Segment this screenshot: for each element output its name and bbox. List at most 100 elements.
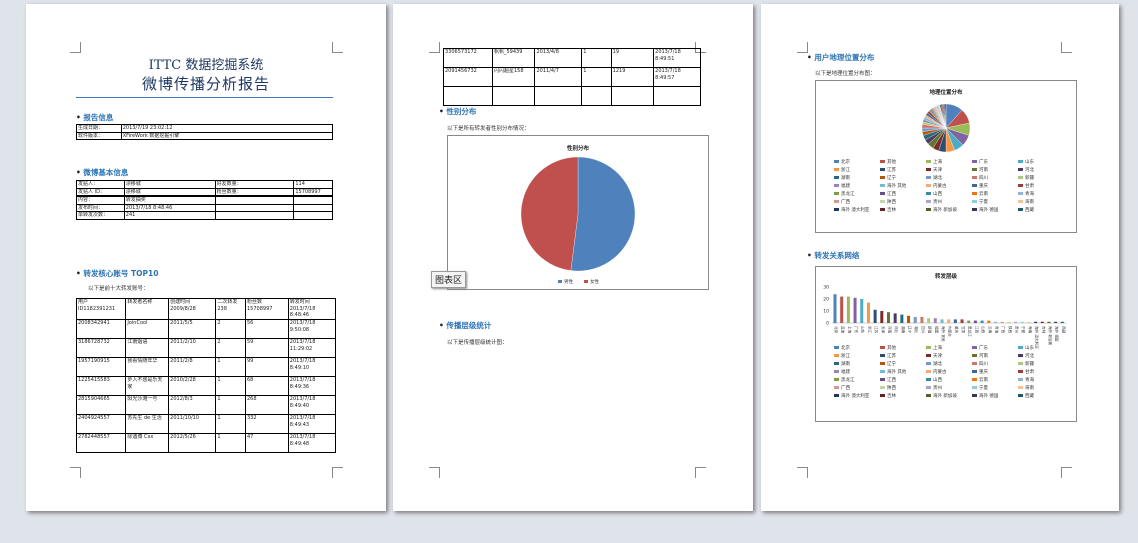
legend-label: 福建 bbox=[841, 370, 850, 375]
bar bbox=[987, 320, 991, 323]
table-cell: 2013/7/18 8:49:36 bbox=[287, 376, 337, 396]
table-cell: 47 bbox=[244, 433, 289, 453]
legend-item: 海外 其他 bbox=[880, 183, 926, 191]
table-cell: 332 bbox=[244, 414, 289, 434]
document-page-1: ITTC 数据挖掘系统 微博传播分析报告 报告信息 生成日期：2013/7/19… bbox=[26, 4, 386, 511]
legend-swatch bbox=[880, 370, 885, 373]
legend-swatch bbox=[834, 184, 839, 187]
legend-label: 上海 bbox=[933, 346, 942, 351]
legend-label: 河南 bbox=[979, 354, 988, 359]
table-cell: 19 bbox=[610, 48, 655, 68]
table-cell: 1957190915 bbox=[75, 357, 127, 377]
bar bbox=[880, 311, 884, 323]
legend-label: 新疆 bbox=[1025, 362, 1034, 367]
x-tick-label: 上海 bbox=[847, 326, 852, 334]
legend-label: 湖南 bbox=[841, 176, 850, 181]
table-cell: 2404924557 bbox=[75, 414, 127, 434]
legend-label: 西藏 bbox=[1025, 208, 1034, 213]
section-heading-weibo: 微博基本信息 bbox=[76, 167, 128, 178]
x-tick-label: 北京 bbox=[834, 326, 839, 334]
bar bbox=[1000, 321, 1004, 323]
geo-legend: 北京 其他 上海 广东 山东浙江 江苏 天津 河南 河北湖南 辽宁 湖北 四川 新疆福建 海外 其他 内蒙古… bbox=[834, 159, 1064, 215]
legend-swatch bbox=[972, 192, 977, 195]
legend-item: 湖北 bbox=[926, 175, 972, 183]
legend-item: 福建 bbox=[834, 183, 880, 191]
x-tick-label: 云南 bbox=[988, 326, 993, 334]
table-cell: 转发抽奖 bbox=[123, 196, 216, 205]
legend-swatch bbox=[972, 370, 977, 373]
legend-label: 陕西 bbox=[887, 386, 896, 391]
table-cell: 1 bbox=[215, 414, 246, 434]
legend-label: 福建 bbox=[841, 184, 850, 189]
table-cell bbox=[491, 86, 536, 106]
legend-label: 河南 bbox=[979, 168, 988, 173]
legend-item: 天津 bbox=[926, 353, 972, 361]
legend-swatch bbox=[834, 208, 839, 211]
bar bbox=[1020, 321, 1024, 323]
bar bbox=[840, 296, 844, 323]
legend-item: 河北 bbox=[1018, 353, 1064, 361]
legend-label: 山东 bbox=[1025, 346, 1034, 351]
legend-item: 云南 bbox=[972, 377, 1018, 385]
legend-label: 吉林 bbox=[887, 394, 896, 399]
table-cell: 步入不惑是乐天家 bbox=[125, 376, 170, 396]
legend-swatch bbox=[834, 192, 839, 195]
legend-swatch bbox=[972, 176, 977, 179]
table-cell: 2013/7/18 8:48:46 bbox=[123, 203, 216, 212]
x-tick-label: 新疆 bbox=[928, 326, 933, 334]
x-tick-label: 湖北 bbox=[914, 326, 919, 334]
table-row: 1957190915 我看情随年华 2011/2/8 1 99 2013/7/18 8:4… bbox=[75, 357, 337, 377]
gender-chart-area[interactable]: 性别分布 男性 女性 bbox=[447, 135, 709, 290]
table-cell: 发贴人： bbox=[76, 180, 125, 189]
page-corner-mark bbox=[332, 467, 343, 478]
x-tick-label: 四川 bbox=[921, 326, 925, 334]
x-tick-label: 浙江 bbox=[867, 326, 872, 334]
table-row: 2008342941 JoinCool 2011/5/5 2 56 2013/7/18 9… bbox=[75, 319, 337, 339]
table-cell: 帆帆_59439 bbox=[491, 48, 536, 68]
x-tick-label: 贵州 bbox=[1015, 326, 1020, 334]
level-chart-area[interactable]: 转发层级 0 10 20 30 北京 其他 上海 广东 山东 浙江 江苏 天津 河南 河北 湖南 辽宁 湖北 四川… bbox=[815, 266, 1077, 422]
legend-label: 海外 新加坡 bbox=[933, 394, 957, 399]
bar bbox=[1007, 321, 1011, 323]
x-tick-label: 山东 bbox=[861, 326, 866, 334]
geo-chart-area[interactable]: 地理位置分布 北京 其他 上海 广东 山东浙江 江苏 天津 河南 河北湖南 辽宁 湖北 四川 新疆福建海… bbox=[815, 80, 1077, 233]
table-cell bbox=[293, 211, 333, 220]
legend-label: 海外 新加坡 bbox=[933, 208, 957, 213]
legend-item: 辽宁 bbox=[880, 175, 926, 183]
legend-label: 黑龙江 bbox=[841, 192, 855, 197]
legend-item: 山东 bbox=[1018, 345, 1064, 353]
legend-swatch bbox=[972, 354, 977, 357]
table-cell: 际遇博 Cxx bbox=[125, 433, 170, 453]
bar bbox=[1034, 321, 1038, 323]
legend-swatch bbox=[880, 394, 885, 397]
legend-label: 西藏 bbox=[1025, 394, 1034, 399]
legend-item: 四川 bbox=[972, 175, 1018, 183]
table-cell: 2011/5/5 bbox=[168, 319, 217, 339]
table-cell: 发贴人 ID： bbox=[76, 187, 125, 196]
legend-item: 上海 bbox=[926, 345, 972, 353]
legend-item: 宁夏 bbox=[972, 385, 1018, 393]
legend-item: 广东 bbox=[972, 159, 1018, 167]
table-cell: 99 bbox=[244, 357, 289, 377]
table-row: 2782448557 际遇博 Cxx 2012/5/26 1 47 2013/7/18 8… bbox=[75, 433, 337, 453]
page-corner-mark bbox=[695, 467, 706, 478]
table-cell bbox=[293, 203, 333, 212]
legend-swatch bbox=[972, 184, 977, 187]
legend-swatch bbox=[926, 346, 931, 349]
x-tick-label: 河北 bbox=[894, 326, 899, 334]
legend-label: 甘肃 bbox=[1025, 184, 1034, 189]
bar bbox=[1054, 321, 1058, 323]
legend-item: 吉林 bbox=[880, 393, 926, 401]
page-corner-mark bbox=[70, 467, 81, 478]
legend-label: 新疆 bbox=[1025, 176, 1034, 181]
legend-item: 北京 bbox=[834, 345, 880, 353]
table-cell: 2013/7/18 8:49:48 bbox=[287, 433, 337, 453]
table-cell: 68 bbox=[244, 376, 289, 396]
table-cell: 2011/10/10 bbox=[168, 414, 217, 434]
table-cell: 苏先生 de 生活 bbox=[125, 414, 170, 434]
table-cell: 2013/7/18 8:49:10 bbox=[287, 357, 337, 377]
table-cell: 56 bbox=[244, 319, 289, 339]
legend-label: 广西 bbox=[841, 386, 850, 391]
legend-item: 山东 bbox=[1018, 159, 1064, 167]
legend-item: 重庆 bbox=[972, 369, 1018, 377]
